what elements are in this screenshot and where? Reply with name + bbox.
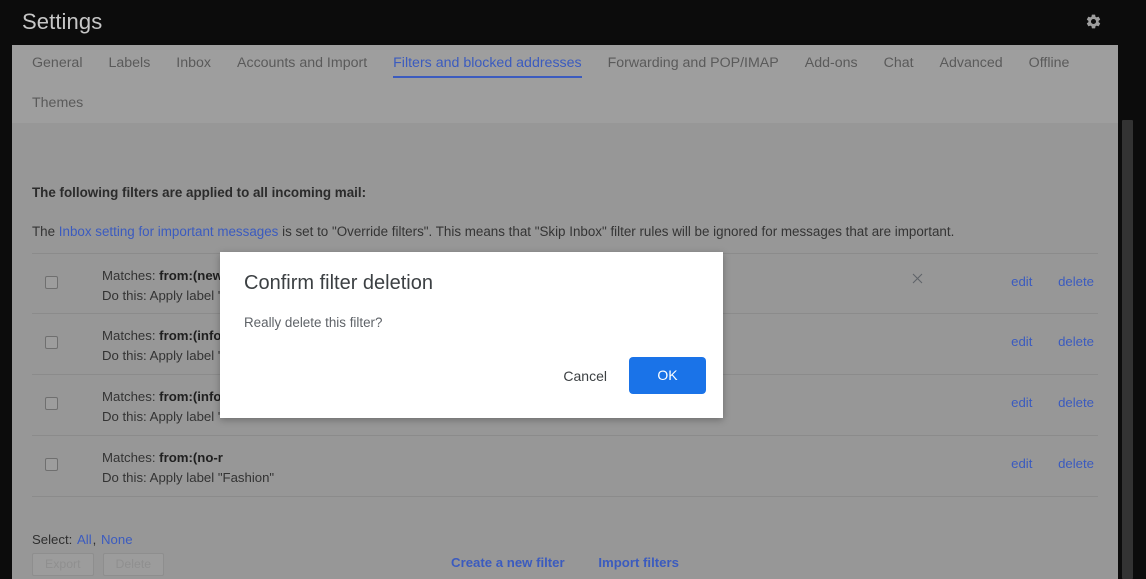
- screen: Settings General Labels Inbox Accounts a…: [0, 0, 1146, 579]
- dothis-label: Do this:: [102, 409, 150, 424]
- filter-actions: edit delete: [989, 456, 1094, 471]
- matches-value: from:(info: [159, 389, 222, 404]
- filter-actions: edit delete: [989, 395, 1094, 410]
- settings-tabs: General Labels Inbox Accounts and Import…: [12, 45, 1118, 123]
- filter-checkbox[interactable]: [45, 458, 58, 471]
- select-all-link[interactable]: All: [77, 532, 92, 547]
- filter-action-line: Do this: Apply label ": [102, 407, 223, 427]
- filter-matches-line: Matches: from:(info: [102, 326, 223, 346]
- filter-details: Matches: from:(info Do this: Apply label…: [102, 387, 223, 427]
- filter-action-line: Do this: Apply label ": [102, 346, 223, 366]
- dothis-value: Apply label "Fashion": [149, 470, 275, 485]
- select-none-link[interactable]: None: [101, 532, 133, 547]
- matches-label: Matches:: [102, 389, 160, 404]
- delete-filter-link[interactable]: delete: [1058, 456, 1094, 471]
- filter-matches-line: Matches: from:(no-r: [102, 448, 274, 468]
- dialog-title: Confirm filter deletion: [244, 272, 433, 294]
- matches-label: Matches:: [102, 328, 160, 343]
- select-label: Select:: [32, 532, 73, 547]
- page-scrollbar-thumb[interactable]: [1122, 120, 1133, 579]
- dialog-actions: Cancel OK: [549, 357, 706, 394]
- tab-filters-and-blocked-addresses[interactable]: Filters and blocked addresses: [393, 55, 583, 78]
- select-separator: ,: [92, 532, 97, 547]
- matches-value: from:(no-r: [159, 450, 223, 465]
- filter-details: Matches: from:(info Do this: Apply label…: [102, 326, 223, 366]
- import-filters-link[interactable]: Import filters: [598, 555, 679, 570]
- filter-matches-line: Matches: from:(info: [102, 387, 223, 407]
- dothis-label: Do this:: [102, 470, 150, 485]
- page-title: Settings: [22, 9, 103, 34]
- tab-chat[interactable]: Chat: [884, 55, 914, 78]
- dothis-label: Do this:: [102, 288, 150, 303]
- tab-offline[interactable]: Offline: [1029, 55, 1070, 78]
- inbox-setting-link[interactable]: Inbox setting for important messages: [59, 224, 279, 239]
- edit-filter-link[interactable]: edit: [1011, 395, 1032, 410]
- edit-filter-link[interactable]: edit: [1011, 334, 1032, 349]
- delete-filter-link[interactable]: delete: [1058, 334, 1094, 349]
- override-filters-note: The Inbox setting for important messages…: [32, 224, 954, 239]
- table-row: Matches: from:(no-r Do this: Apply label…: [32, 436, 1098, 497]
- filters-heading: The following filters are applied to all…: [32, 185, 367, 200]
- create-new-filter-link[interactable]: Create a new filter: [451, 555, 565, 570]
- delete-filter-link[interactable]: delete: [1058, 274, 1094, 289]
- note-prefix: The: [32, 224, 59, 239]
- tab-add-ons[interactable]: Add-ons: [805, 55, 858, 78]
- edit-filter-link[interactable]: edit: [1011, 456, 1032, 471]
- filter-action-line: Do this: Apply label "Fashion": [102, 468, 274, 488]
- close-icon[interactable]: [905, 266, 929, 290]
- tab-general[interactable]: General: [32, 55, 82, 78]
- matches-label: Matches:: [102, 268, 160, 283]
- filter-details: Matches: from:(no-r Do this: Apply label…: [102, 448, 274, 488]
- note-suffix: is set to "Override filters". This means…: [278, 224, 955, 239]
- matches-value: from:(info: [159, 328, 222, 343]
- tab-accounts-and-import[interactable]: Accounts and Import: [237, 55, 367, 78]
- select-row: Select: All, None: [32, 532, 134, 547]
- filter-checkbox[interactable]: [45, 336, 58, 349]
- tab-labels[interactable]: Labels: [108, 55, 150, 78]
- dothis-value: Apply label ": [149, 348, 223, 363]
- filter-checkbox[interactable]: [45, 276, 58, 289]
- delete-filter-link[interactable]: delete: [1058, 395, 1094, 410]
- tab-advanced[interactable]: Advanced: [940, 55, 1003, 78]
- tab-row-secondary: Themes: [32, 95, 109, 118]
- filter-actions: edit delete: [989, 274, 1094, 289]
- title-bar: Settings: [0, 0, 1146, 45]
- filter-checkbox[interactable]: [45, 397, 58, 410]
- dothis-label: Do this:: [102, 348, 150, 363]
- dothis-value: Apply label ": [149, 409, 223, 424]
- matches-label: Matches:: [102, 450, 160, 465]
- ok-button[interactable]: OK: [629, 357, 706, 394]
- dialog-message: Really delete this filter?: [244, 315, 383, 330]
- filter-actions: edit delete: [989, 334, 1094, 349]
- tab-row-primary: General Labels Inbox Accounts and Import…: [32, 55, 1095, 78]
- edit-filter-link[interactable]: edit: [1011, 274, 1032, 289]
- confirm-filter-deletion-dialog: Confirm filter deletion Really delete th…: [220, 252, 922, 418]
- tab-inbox[interactable]: Inbox: [176, 55, 211, 78]
- cancel-button[interactable]: Cancel: [549, 359, 621, 393]
- tab-forwarding-and-pop-imap[interactable]: Forwarding and POP/IMAP: [608, 55, 779, 78]
- filter-footer-links: Create a new filter Import filters: [12, 555, 1118, 570]
- gear-icon[interactable]: [1080, 8, 1106, 34]
- tab-themes[interactable]: Themes: [32, 95, 83, 118]
